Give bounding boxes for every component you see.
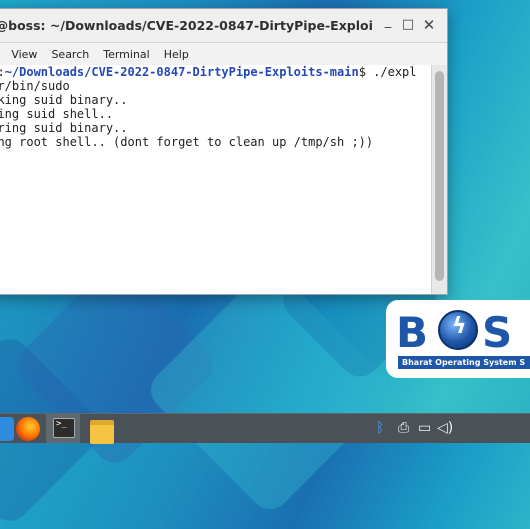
output-line: pping suid shell.. (0, 107, 114, 121)
printer-icon[interactable]: ⎙ (398, 420, 409, 437)
prompt-command: $ ./expl (358, 65, 417, 79)
files-icon[interactable] (90, 420, 114, 444)
boss-logo: B ϟ S Bharat Operating System S (386, 300, 530, 378)
menu-bar: t View Search Terminal Help (0, 43, 447, 65)
title-bar[interactable]: er@boss: ~/Downloads/CVE-2022-0847-Dirty… (0, 9, 447, 43)
prompt-line: ss:~/Downloads/CVE-2022-0847-DirtyPipe-E… (0, 65, 431, 79)
network-icon[interactable]: ▭ (418, 420, 431, 437)
output-line: acking suid binary.. (0, 93, 128, 107)
output-line: i (0, 149, 431, 163)
lightning-icon: ϟ (452, 314, 467, 339)
terminal-output[interactable]: ss:~/Downloads/CVE-2022-0847-DirtyPipe-E… (0, 65, 431, 294)
output-line: usr/bin/sudo (0, 79, 70, 93)
menu-help[interactable]: Help (157, 48, 196, 61)
minimize-button[interactable]: _ (381, 15, 395, 29)
volume-icon[interactable]: ◁) (437, 420, 453, 437)
menu-view[interactable]: View (4, 48, 44, 61)
logo-tagline: Bharat Operating System S (398, 356, 530, 369)
terminal-icon[interactable]: >_ (53, 418, 75, 438)
app-icon[interactable] (0, 417, 14, 441)
firefox-icon[interactable] (16, 417, 40, 441)
window-title: er@boss: ~/Downloads/CVE-2022-0847-Dirty… (0, 18, 373, 33)
scroll-thumb[interactable] (435, 71, 444, 281)
taskbar: >_ ᛒ ⎙ ▭ ◁) (0, 413, 530, 444)
scrollbar[interactable] (431, 65, 447, 294)
menu-search[interactable]: Search (44, 48, 96, 61)
maximize-button[interactable]: □ (401, 18, 415, 32)
output-line: ping root shell.. (dont forget to clean … (0, 135, 374, 149)
prompt-path: ~/Downloads/CVE-2022-0847-DirtyPipe-Expl… (4, 65, 359, 79)
logo-letter-b: B (396, 308, 432, 357)
menu-terminal[interactable]: Terminal (96, 48, 157, 61)
bluetooth-icon[interactable]: ᛒ (376, 420, 384, 437)
output-line: toring suid binary.. (0, 121, 128, 135)
terminal-window[interactable]: er@boss: ~/Downloads/CVE-2022-0847-Dirty… (0, 8, 448, 295)
close-button[interactable]: ✕ (422, 18, 436, 33)
logo-letter-s: S (482, 308, 516, 357)
